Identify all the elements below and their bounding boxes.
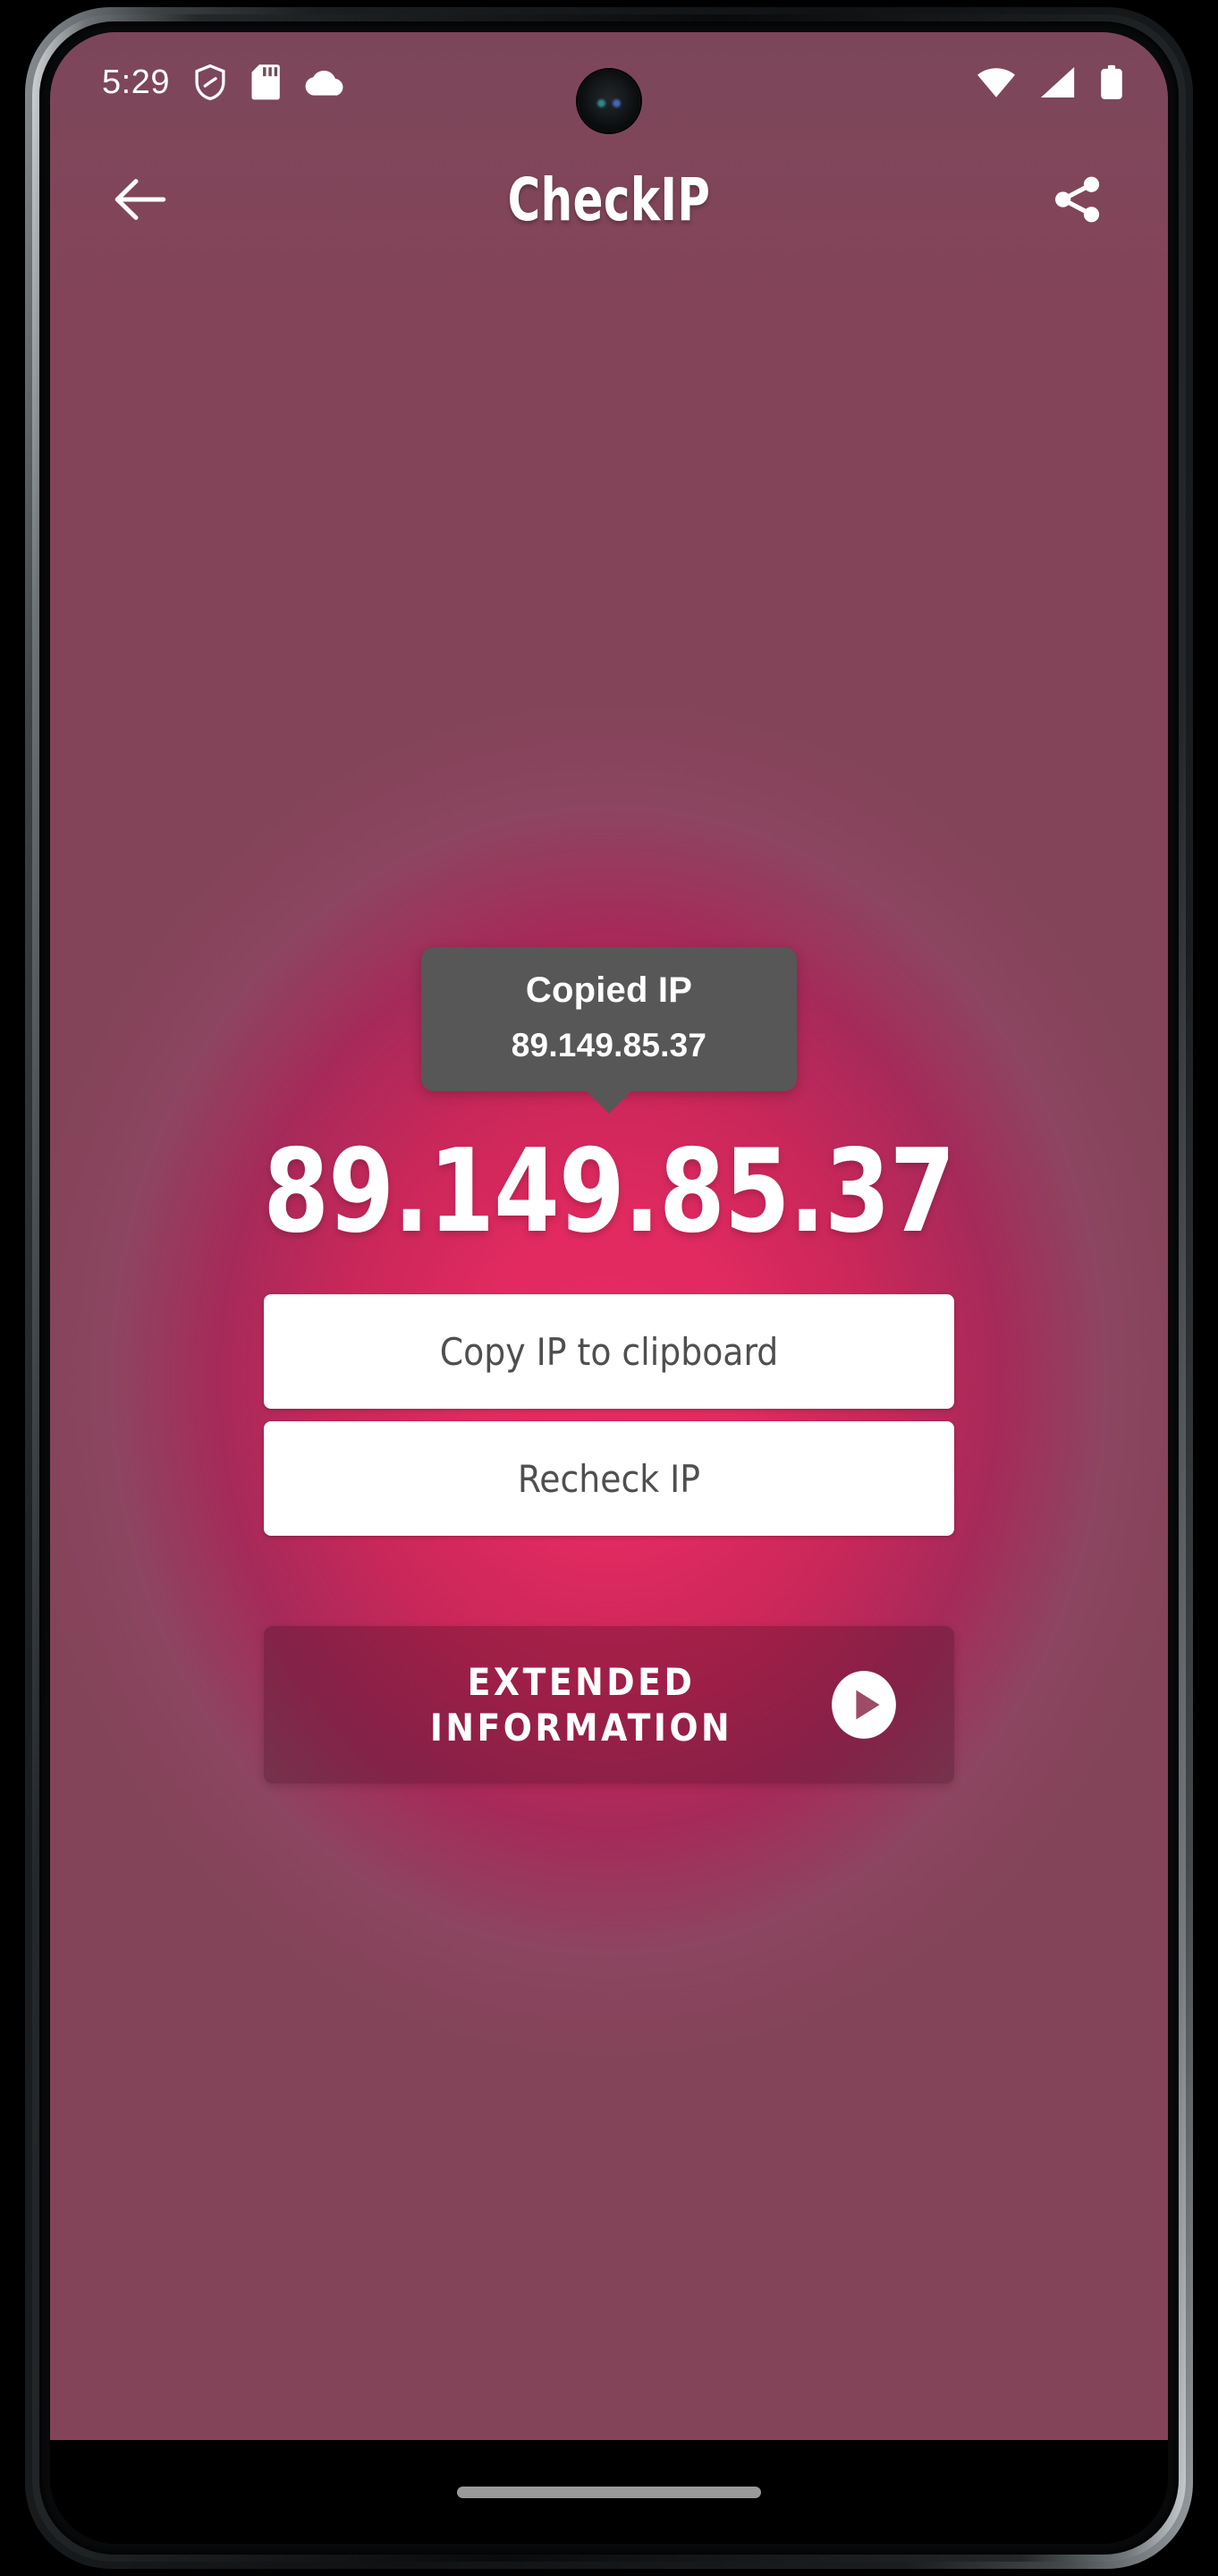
app-bar: CheckIP xyxy=(50,132,1168,267)
copied-ip-toast: Copied IP 89.149.85.37 xyxy=(421,947,797,1114)
app-background: 5:29 CheckIP Copied IP 89.149.85.37 89.1… xyxy=(50,32,1168,2440)
status-bar-right-group xyxy=(977,64,1123,100)
copy-ip-button[interactable]: Copy IP to clipboard xyxy=(264,1294,954,1409)
camera-punch-hole xyxy=(578,70,640,132)
wifi-icon xyxy=(977,66,1016,98)
camera-lens-highlight-b xyxy=(613,98,622,107)
cellular-signal-icon xyxy=(1039,66,1077,98)
status-bar-left-group: 5:29 xyxy=(102,64,345,102)
sd-card-icon xyxy=(250,64,281,101)
toast-pointer xyxy=(586,1090,632,1114)
recheck-ip-button[interactable]: Recheck IP xyxy=(264,1421,954,1536)
phone-screen: 5:29 CheckIP Copied IP 89.149.85.37 89.1… xyxy=(50,32,1168,2544)
play-circle-icon xyxy=(829,1670,899,1740)
battery-icon xyxy=(1100,64,1123,100)
phone-frame: 5:29 CheckIP Copied IP 89.149.85.37 89.1… xyxy=(0,0,1218,2576)
navigation-bar xyxy=(50,2440,1168,2544)
toast-ip-value: 89.149.85.37 xyxy=(511,1027,707,1063)
camera-lens-highlight-a xyxy=(597,98,606,107)
toast-title: Copied IP xyxy=(525,970,693,1010)
status-bar-clock: 5:29 xyxy=(102,63,170,101)
shield-icon xyxy=(193,64,227,101)
main-content: Copied IP 89.149.85.37 89.149.85.37 Copy… xyxy=(50,32,1168,2440)
toast-bubble: Copied IP 89.149.85.37 xyxy=(421,947,797,1091)
home-gesture-pill[interactable] xyxy=(457,2486,761,2498)
extended-information-button[interactable]: EXTENDED INFORMATION xyxy=(264,1626,954,1784)
ip-address-display: 89.149.85.37 xyxy=(263,1125,955,1258)
extended-information-label: EXTENDED INFORMATION xyxy=(429,1659,733,1750)
cloud-icon xyxy=(304,68,345,97)
page-title: CheckIP xyxy=(507,165,711,234)
